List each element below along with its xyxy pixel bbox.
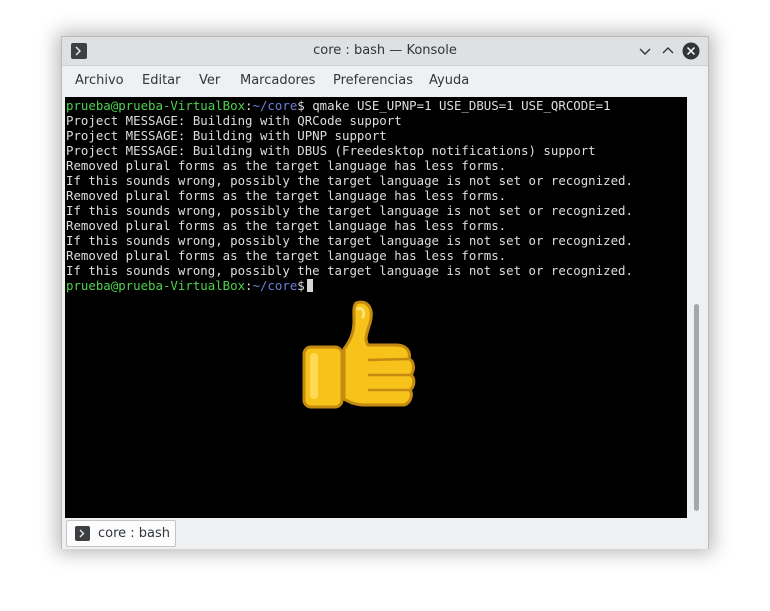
- maximize-icon: [662, 47, 674, 54]
- prompt-path: ~/core: [252, 98, 298, 113]
- title-bar[interactable]: core : bash — Konsole: [62, 37, 708, 66]
- output-line: Removed plural forms as the target langu…: [66, 158, 507, 173]
- output-line: Project MESSAGE: Building with UPNP supp…: [66, 128, 387, 143]
- menu-archivo[interactable]: Archivo: [75, 73, 124, 88]
- minimize-button[interactable]: [636, 42, 654, 60]
- prompt-symbol: $: [297, 98, 305, 113]
- close-button[interactable]: [682, 42, 700, 60]
- output-line: If this sounds wrong, possibly the targe…: [66, 173, 633, 188]
- prompt-separator: :: [245, 278, 253, 293]
- prompt-path: ~/core: [252, 278, 298, 293]
- output-line: Removed plural forms as the target langu…: [66, 188, 507, 203]
- menu-bar: Archivo Editar Ver Marcadores Preferenci…: [62, 66, 708, 96]
- window-title: core : bash — Konsole: [313, 43, 457, 58]
- output-line: Project MESSAGE: Building with DBUS (Fre…: [66, 143, 596, 158]
- konsole-window: core : bash — Konsole Archivo Editar Ver…: [61, 36, 709, 549]
- thumbs-up-icon: [302, 300, 416, 409]
- scrollbar-thumb[interactable]: [694, 304, 699, 511]
- tab-bar: core : bash: [62, 518, 708, 549]
- output-line: Removed plural forms as the target langu…: [66, 218, 507, 233]
- menu-ayuda[interactable]: Ayuda: [429, 73, 469, 88]
- close-icon: [682, 42, 700, 60]
- output-line: If this sounds wrong, possibly the targe…: [66, 263, 633, 278]
- tab-label: core : bash: [98, 526, 171, 541]
- command-text: qmake USE_UPNP=1 USE_DBUS=1 USE_QRCODE=1: [304, 98, 611, 113]
- menu-marcadores[interactable]: Marcadores: [240, 73, 315, 88]
- text-cursor: [306, 279, 313, 292]
- maximize-button[interactable]: [659, 42, 677, 60]
- prompt-separator: :: [245, 98, 253, 113]
- output-line: If this sounds wrong, possibly the targe…: [66, 233, 633, 248]
- prompt-user: prueba@prueba-VirtualBox: [66, 98, 246, 113]
- menu-editar[interactable]: Editar: [142, 73, 181, 88]
- command-line: prueba@prueba-VirtualBox:~/core$ qmake U…: [66, 98, 611, 113]
- output-line: Project MESSAGE: Building with QRCode su…: [66, 113, 402, 128]
- terminal-icon: [75, 526, 90, 541]
- scrollbar[interactable]: [687, 97, 707, 518]
- prompt-symbol: $: [297, 278, 305, 293]
- menu-preferencias[interactable]: Preferencias: [333, 73, 413, 88]
- prompt-line: prueba@prueba-VirtualBox:~/core$: [66, 278, 313, 293]
- tab-core-bash[interactable]: core : bash: [66, 520, 176, 547]
- prompt-user: prueba@prueba-VirtualBox: [66, 278, 246, 293]
- terminal-view[interactable]: prueba@prueba-VirtualBox:~/core$ qmake U…: [65, 97, 687, 518]
- minimize-icon: [639, 48, 651, 55]
- output-line: Removed plural forms as the target langu…: [66, 248, 507, 263]
- menu-ver[interactable]: Ver: [199, 73, 220, 88]
- output-line: If this sounds wrong, possibly the targe…: [66, 203, 633, 218]
